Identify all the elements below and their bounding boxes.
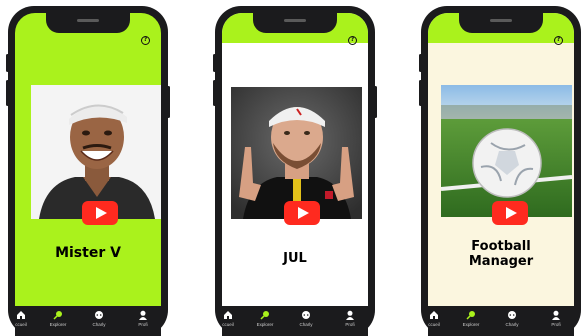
- screen: ?: [222, 13, 368, 336]
- nav-item-explorer[interactable]: Explorer: [40, 310, 76, 328]
- nav-label: Explorer: [256, 322, 274, 327]
- nav-label: Explorer: [462, 322, 480, 327]
- help-icon[interactable]: ?: [554, 36, 563, 45]
- screen: ?: [15, 13, 161, 336]
- nav-label: ccueil: [222, 322, 234, 327]
- profile-icon: [346, 310, 354, 320]
- card-title: Mister V: [55, 245, 121, 261]
- nav-label: Charly: [92, 322, 106, 327]
- nav-item-charly[interactable]: Charly: [81, 310, 117, 328]
- notch: [253, 13, 337, 33]
- nav-item-charly[interactable]: Charly: [494, 310, 530, 328]
- explore-icon: [53, 311, 62, 320]
- artist-photo[interactable]: [31, 85, 161, 219]
- card-title-line2: Manager: [468, 254, 534, 269]
- card-title: JUL: [283, 251, 307, 266]
- home-icon: [224, 311, 232, 319]
- nav-label: Charly: [505, 322, 519, 327]
- home-icon: [17, 311, 25, 319]
- nav-label: Charly: [299, 322, 313, 327]
- nav-label: Profi: [551, 322, 561, 327]
- phone-mister-v: ? Mister V ccueil Explorer Charly Profi: [6, 6, 170, 336]
- football-image: [441, 85, 572, 217]
- chat-icon: [508, 311, 516, 319]
- play-icon[interactable]: [492, 201, 528, 225]
- notch: [459, 13, 543, 33]
- play-icon[interactable]: [284, 201, 320, 225]
- portrait-image: [231, 87, 362, 219]
- explore-icon: [466, 311, 475, 320]
- play-icon[interactable]: [82, 201, 118, 225]
- screen: ?: [428, 13, 574, 336]
- status-bar: ?: [15, 13, 161, 45]
- nav-label: Profi: [345, 322, 355, 327]
- profile-icon: [552, 310, 560, 320]
- nav-item-charly[interactable]: Charly: [288, 310, 324, 328]
- nav-label: Explorer: [49, 322, 67, 327]
- nav-item-accueil[interactable]: ccueil: [428, 310, 452, 328]
- profile-icon: [139, 310, 147, 320]
- game-photo[interactable]: [441, 85, 572, 217]
- status-bar: ?: [222, 13, 368, 45]
- artist-photo[interactable]: [231, 87, 362, 219]
- nav-label: ccueil: [15, 322, 27, 327]
- card-title-line1: Football: [471, 239, 531, 254]
- nav-item-explorer[interactable]: Explorer: [453, 310, 489, 328]
- notch: [46, 13, 130, 33]
- help-icon[interactable]: ?: [348, 36, 357, 45]
- nav-item-accueil[interactable]: ccueil: [15, 310, 39, 328]
- nav-item-explorer[interactable]: Explorer: [247, 310, 283, 328]
- chat-icon: [95, 311, 103, 319]
- explore-icon: [260, 311, 269, 320]
- nav-item-profil[interactable]: Profi: [538, 310, 574, 328]
- portrait-image: [31, 85, 161, 219]
- phone-jul: ? JUL ccueil Explorer Charly Profi: [213, 6, 377, 336]
- nav-item-profil[interactable]: Profi: [332, 310, 368, 328]
- nav-item-accueil[interactable]: ccueil: [222, 310, 246, 328]
- home-icon: [430, 311, 438, 319]
- nav-label: Profi: [138, 322, 148, 327]
- help-icon[interactable]: ?: [141, 36, 150, 45]
- nav-item-profil[interactable]: Profi: [125, 310, 161, 328]
- nav-label: ccueil: [428, 322, 440, 327]
- status-bar: ?: [428, 13, 574, 45]
- phone-football-manager: ? Football Manager ccueil Explorer Charl…: [419, 6, 581, 336]
- card-title: Football Manager: [428, 239, 574, 269]
- chat-icon: [302, 311, 310, 319]
